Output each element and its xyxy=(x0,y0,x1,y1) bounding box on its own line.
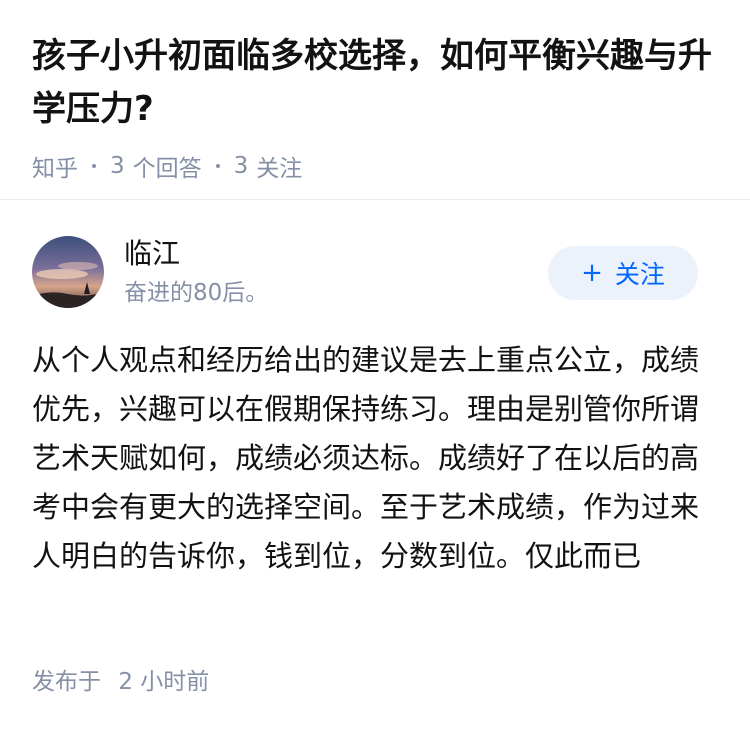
avatar[interactable] xyxy=(32,236,104,308)
follower-count: 3 xyxy=(233,153,249,179)
author-bio: 奋进的80后。 xyxy=(124,280,269,306)
author-info: 临江 奋进的80后。 + 关注 xyxy=(32,236,718,308)
avatar-sunset-sky-icon xyxy=(32,236,104,308)
question-header: 孩子小升初面临多校选择，如何平衡兴趣与升学压力? 知乎 3 个回答 3 关注 xyxy=(32,30,722,183)
source-label[interactable]: 知乎 xyxy=(32,149,78,183)
author-name[interactable]: 临江 xyxy=(124,236,180,272)
question-meta: 知乎 3 个回答 3 关注 xyxy=(32,149,722,183)
section-divider xyxy=(0,199,750,200)
meta-separator xyxy=(215,164,220,168)
plus-icon: + xyxy=(581,258,603,288)
question-title[interactable]: 孩子小升初面临多校选择，如何平衡兴趣与升学压力? xyxy=(32,30,722,136)
follower-count-label: 关注 xyxy=(256,156,303,182)
publish-prefix: 发布于 xyxy=(32,669,101,695)
follow-label: 关注 xyxy=(614,260,665,289)
publish-time-value: 2 小时前 xyxy=(118,669,210,695)
answer-count-label: 个回答 xyxy=(132,156,202,182)
answer-page: 孩子小升初面临多校选择，如何平衡兴趣与升学压力? 知乎 3 个回答 3 关注 临… xyxy=(0,0,750,730)
follow-button[interactable]: + 关注 xyxy=(548,246,698,300)
publish-time: 发布于 2 小时前 xyxy=(32,662,209,696)
meta-separator xyxy=(92,164,96,168)
answer-content: 从个人观点和经历给出的建议是去上重点公立，成绩优先，兴趣可以在假期保持练习。理由… xyxy=(32,343,700,573)
answer-count: 3 xyxy=(110,153,125,179)
